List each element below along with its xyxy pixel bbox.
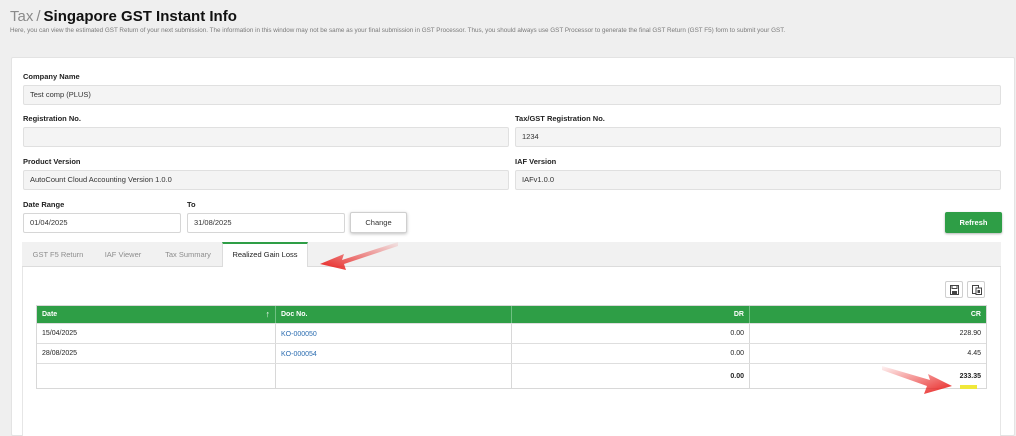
iaf-version-label: IAF Version <box>515 157 557 166</box>
doc-no-link[interactable]: KO-000050 <box>276 324 512 343</box>
cell-date: 15/04/2025 <box>37 324 276 343</box>
export-button[interactable] <box>967 281 985 298</box>
total-dr: 0.00 <box>512 364 750 388</box>
table-total-row: 0.00 233.35 <box>37 363 986 388</box>
date-to-label: To <box>187 200 196 209</box>
page-header: Tax / Singapore GST Instant Info <box>10 8 237 26</box>
registration-no-field <box>23 127 509 147</box>
change-button[interactable]: Change <box>350 212 407 233</box>
doc-no-link[interactable]: KO-000054 <box>276 344 512 363</box>
tab-iaf-viewer[interactable]: IAF Viewer <box>94 242 152 267</box>
export-icon <box>972 285 982 295</box>
total-cell-empty <box>276 364 512 388</box>
tab-realized-gain-loss[interactable]: Realized Gain Loss <box>222 242 308 268</box>
tax-registration-label: Tax/GST Registration No. <box>515 114 605 123</box>
cell-cr: 228.90 <box>959 330 981 337</box>
save-icon <box>950 285 959 295</box>
tab-bar: GST F5 Return IAF Viewer Tax Summary Rea… <box>22 242 1001 268</box>
page-title-text: Singapore GST Instant Info <box>43 8 237 25</box>
column-header-cr[interactable]: CR <box>750 306 986 323</box>
product-version-field: AutoCount Cloud Accounting Version 1.0.0 <box>23 170 509 190</box>
annotation-arrow-icon <box>882 366 952 394</box>
annotation-arrow-icon <box>320 242 398 270</box>
sort-ascending-icon[interactable]: ↑ <box>266 306 271 322</box>
product-version-label: Product Version <box>23 157 81 166</box>
tab-tax-summary[interactable]: Tax Summary <box>156 242 220 267</box>
company-name-label: Company Name <box>23 72 80 81</box>
company-name-field: Test comp (PLUS) <box>23 85 1001 105</box>
page-description: Here, you can view the estimated GST Ret… <box>10 27 786 34</box>
tab-gst-f5-return[interactable]: GST F5 Return <box>26 242 90 267</box>
cell-cr: 4.45 <box>967 350 981 357</box>
table-row[interactable]: 15/04/2025 KO-000050 0.00 228.90 <box>37 323 986 343</box>
registration-no-label: Registration No. <box>23 114 81 123</box>
cell-dr: 0.00 <box>512 344 750 363</box>
total-cell-empty <box>37 364 276 388</box>
page-title: Tax / Singapore GST Instant Info <box>10 8 237 26</box>
breadcrumb-separator: / <box>36 8 41 25</box>
column-header-date[interactable]: Date ↑ <box>37 306 276 323</box>
save-button[interactable] <box>945 281 963 298</box>
column-header-date-label: Date <box>42 311 58 318</box>
total-highlight-mark <box>960 385 977 389</box>
date-from-input[interactable]: 01/04/2025 <box>23 213 181 233</box>
breadcrumb-tax[interactable]: Tax <box>10 8 33 25</box>
table-row[interactable]: 28/08/2025 KO-000054 0.00 4.45 <box>37 343 986 363</box>
column-header-doc-no[interactable]: Doc No. <box>276 306 512 323</box>
iaf-version-field: IAFv1.0.0 <box>515 170 1001 190</box>
refresh-button[interactable]: Refresh <box>945 212 1002 233</box>
date-range-label: Date Range <box>23 200 65 209</box>
cell-dr: 0.00 <box>512 324 750 343</box>
realized-gain-loss-table: Date ↑ Doc No. DR CR 15/04/2025 KO-00005… <box>36 305 987 389</box>
table-header: Date ↑ Doc No. DR CR <box>37 306 986 323</box>
cell-date: 28/08/2025 <box>37 344 276 363</box>
date-to-input[interactable]: 31/08/2025 <box>187 213 345 233</box>
tax-registration-field: 1234 <box>515 127 1001 147</box>
column-header-dr[interactable]: DR <box>512 306 750 323</box>
